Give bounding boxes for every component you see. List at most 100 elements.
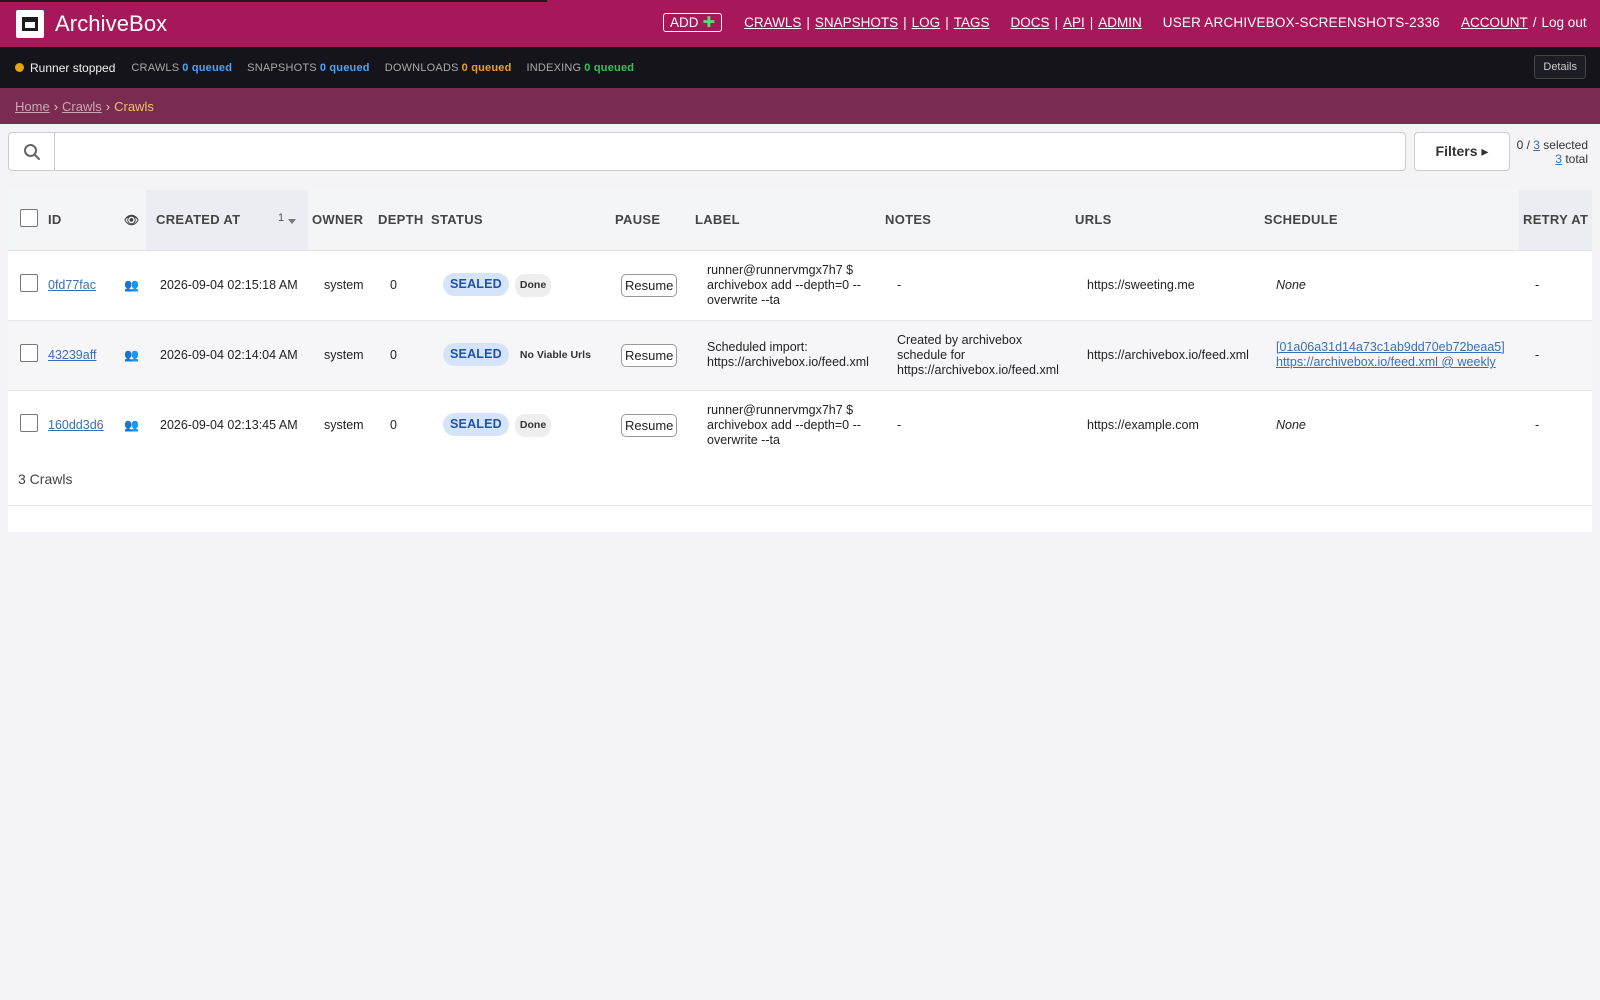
column-header-owner[interactable]: OWNER (308, 190, 378, 251)
select-all-link[interactable]: 3 (1533, 138, 1540, 152)
row-checkbox[interactable] (20, 344, 38, 362)
crawls-queue-stat: CRAWLS 0 queued (131, 62, 232, 74)
column-header-urls[interactable]: URLS (1075, 190, 1264, 251)
add-button[interactable]: ADD ✚ (663, 13, 723, 32)
label-cell: Scheduled import: https://archivebox.io/… (695, 320, 885, 391)
crawls-table-container: ID 👁 CREATED AT 1 OWNER DEPTH STATUS PAUS… (8, 190, 1592, 532)
breadcrumb-separator: › (53, 98, 59, 114)
nav-api-link[interactable]: API (1063, 15, 1085, 30)
selected-prefix: 0 / (1516, 138, 1530, 152)
nav-tags-link[interactable]: TAGS (954, 15, 990, 30)
column-header-retry-at[interactable]: RETRY AT (1519, 190, 1592, 251)
row-checkbox[interactable] (20, 274, 38, 292)
breadcrumb-crawls-link[interactable]: Crawls (62, 99, 102, 114)
resume-button[interactable]: Resume (621, 343, 678, 367)
total-count-link[interactable]: 3 (1555, 152, 1562, 166)
search-row: Filters ▸ 0 / 3 selected 3 total (0, 124, 1600, 188)
nav-separator: | (1089, 15, 1094, 30)
schedule-cell: None (1276, 417, 1306, 432)
search-submit[interactable] (8, 132, 54, 171)
result-count: 3 Crawls (8, 453, 1592, 506)
runner-status-dot-icon (15, 63, 24, 72)
column-header-schedule[interactable]: SCHEDULE (1264, 190, 1519, 251)
nav-separator: | (1054, 15, 1058, 30)
nav-separator: | (945, 15, 949, 30)
total-suffix: total (1565, 152, 1588, 166)
snapshots-queue-stat: SNAPSHOTS 0 queued (247, 62, 370, 74)
crawl-id-link[interactable]: 0fd77fac (48, 278, 96, 292)
notes-cell: - (885, 250, 1075, 321)
created-at-cell: 2026-09-04 02:13:45 AM (146, 390, 308, 461)
logout-link[interactable]: Log out (1542, 15, 1587, 30)
depth-cell: 0 (378, 250, 431, 321)
breadcrumb: Home › Crawls › Crawls (0, 88, 1600, 124)
owner-cell: system (308, 320, 378, 391)
current-user-label: USER ARCHIVEBOX-SCREENSHOTS-2336 (1162, 15, 1441, 30)
table-row: 160dd3d6 👥 2026-09-04 02:13:45 AM system… (8, 390, 1592, 461)
schedule-feed-link[interactable]: https://archivebox.io/feed.xml @ weekly (1276, 355, 1496, 369)
people-icon[interactable]: 👥 (124, 418, 139, 433)
resume-button[interactable]: Resume (621, 413, 678, 437)
nav-account-link[interactable]: ACCOUNT (1461, 15, 1528, 30)
nav-snapshots-link[interactable]: SNAPSHOTS (815, 15, 898, 30)
downloads-queue-label: DOWNLOADS (384, 61, 459, 74)
brand[interactable]: ArchiveBox (16, 9, 167, 38)
schedule-id-link[interactable]: [01a06a31d14a73c1ab9dd70eb72beaa5] (1276, 340, 1505, 354)
eye-icon: 👁 (124, 213, 140, 228)
select-all-checkbox[interactable] (20, 209, 38, 228)
nav-separator: | (806, 15, 810, 30)
column-header-depth[interactable]: DEPTH (378, 190, 431, 251)
nav-admin-link[interactable]: ADMIN (1098, 15, 1142, 30)
sort-desc-icon (288, 219, 297, 225)
indexing-queue-label: INDEXING (526, 61, 582, 74)
search-bar (8, 132, 1406, 171)
sub-status-badge: Done (514, 274, 552, 297)
nav-docs-link[interactable]: DOCS (1010, 15, 1049, 30)
status-badge: SEALED (443, 343, 509, 366)
column-header-created-at[interactable]: CREATED AT 1 (146, 190, 308, 251)
resume-button[interactable]: Resume (621, 273, 678, 297)
sort-indicator[interactable]: 1 (278, 212, 297, 225)
table-header-row: ID 👁 CREATED AT 1 OWNER DEPTH STATUS PAUS… (8, 190, 1592, 251)
nav-log-link[interactable]: LOG (912, 15, 941, 30)
indexing-queue-stat: INDEXING 0 queued (527, 62, 635, 74)
nav-separator: | (903, 15, 907, 30)
crawls-queue-label: CRAWLS (131, 61, 180, 74)
table-row: 43239aff 👥 2026-09-04 02:14:04 AM system… (8, 320, 1592, 391)
crawl-id-link[interactable]: 43239aff (48, 348, 96, 362)
downloads-queue-stat: DOWNLOADS 0 queued (385, 62, 512, 74)
retry-at-cell: - (1519, 250, 1592, 321)
plus-icon: ✚ (702, 13, 716, 31)
urls-cell: https://archivebox.io/feed.xml (1075, 320, 1264, 391)
retry-at-cell: - (1519, 320, 1592, 391)
depth-cell: 0 (378, 390, 431, 461)
snapshots-queue-label: SNAPSHOTS (247, 61, 317, 74)
selected-suffix: selected (1543, 138, 1588, 152)
column-header-id[interactable]: ID (48, 190, 124, 251)
label-cell: runner@runnervmgx7h7 $ archivebox add --… (695, 390, 885, 461)
column-header-notes[interactable]: NOTES (885, 190, 1075, 251)
people-icon[interactable]: 👥 (124, 278, 139, 293)
people-icon[interactable]: 👥 (124, 348, 139, 363)
nav-crawls-link[interactable]: CRAWLS (744, 15, 801, 30)
label-cell: runner@runnervmgx7h7 $ archivebox add --… (695, 250, 885, 321)
indexing-queue-value: 0 queued (584, 61, 635, 74)
table-row: 0fd77fac 👥 2026-09-04 02:15:18 AM system… (8, 250, 1592, 321)
nav-slash: / (1532, 15, 1537, 30)
crawl-id-link[interactable]: 160dd3d6 (48, 418, 104, 432)
filters-button[interactable]: Filters ▸ (1414, 132, 1510, 171)
schedule-cell: None (1276, 277, 1306, 292)
search-input[interactable] (54, 132, 1406, 171)
crawls-table: ID 👁 CREATED AT 1 OWNER DEPTH STATUS PAUS… (8, 190, 1592, 461)
urls-cell: https://example.com (1075, 390, 1264, 461)
owner-cell: system (308, 250, 378, 321)
breadcrumb-separator: › (105, 98, 111, 114)
column-header-label[interactable]: LABEL (695, 190, 885, 251)
row-checkbox[interactable] (20, 414, 38, 432)
column-header-status[interactable]: STATUS (431, 190, 615, 251)
details-button[interactable]: Details (1534, 55, 1586, 79)
owner-cell: system (308, 390, 378, 461)
brand-name[interactable]: ArchiveBox (55, 11, 167, 37)
snapshots-queue-value: 0 queued (319, 61, 370, 74)
breadcrumb-home-link[interactable]: Home (15, 99, 50, 114)
